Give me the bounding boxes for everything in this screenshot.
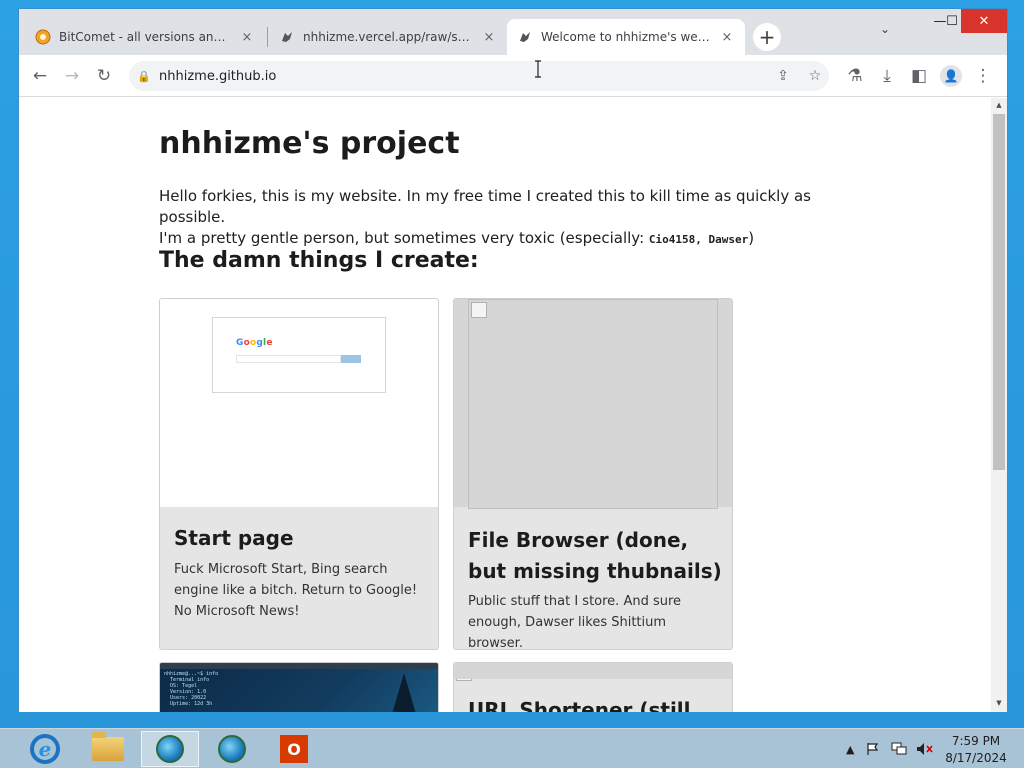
intro-text: Hello forkies, this is my website. In my… xyxy=(159,186,839,250)
card-thumbnail xyxy=(454,663,732,679)
tab-welcome[interactable]: Welcome to nhhizme's website! × xyxy=(507,19,745,55)
clock-date: 8/17/2024 xyxy=(945,751,1007,765)
profile-avatar-icon: 👤 xyxy=(940,65,962,87)
taskbar-office[interactable]: O xyxy=(265,731,323,767)
download-icon[interactable]: ⤓ xyxy=(873,62,901,90)
toxic-names-code: Cio4158, Dawser xyxy=(648,233,749,246)
tab-divider xyxy=(267,27,268,47)
scroll-up-icon[interactable]: ▲ xyxy=(991,98,1007,112)
browser-window: BitComet - all versions and zip p × nhhi… xyxy=(18,8,1008,712)
card-title[interactable]: File Browser (done, but missing thubnail… xyxy=(468,525,723,587)
system-clock[interactable]: 7:59 PM 8/17/2024 xyxy=(944,733,1008,767)
card-title[interactable]: URL Shortener (still xyxy=(468,695,723,712)
tab-strip: BitComet - all versions and zip p × nhhi… xyxy=(19,9,1007,55)
back-button[interactable]: ← xyxy=(26,62,54,90)
office-icon: O xyxy=(280,735,308,763)
browser-globe-icon xyxy=(156,735,184,763)
broken-image xyxy=(468,299,718,509)
bird-favicon-icon xyxy=(279,29,295,45)
intro-line-1: Hello forkies, this is my website. In my… xyxy=(159,187,811,226)
tab-title: BitComet - all versions and zip p xyxy=(59,30,233,44)
broken-image-icon xyxy=(471,302,487,318)
terminal-titlebar xyxy=(160,663,438,669)
terminal-screenshot-thumbnail: nhhizme@...~$ info Terminal info OS: Teg… xyxy=(160,663,438,712)
project-card-terminal[interactable]: nhhizme@...~$ info Terminal info OS: Teg… xyxy=(159,662,439,712)
taskbar-internet-explorer[interactable]: e xyxy=(16,731,74,767)
card-description: Public stuff that I store. And sure enou… xyxy=(468,594,682,650)
tab-title: Welcome to nhhizme's website! xyxy=(541,30,713,44)
forward-button[interactable]: → xyxy=(58,62,86,90)
tab-shit-txt[interactable]: nhhizme.vercel.app/raw/shit.txt × xyxy=(269,19,507,55)
tree-silhouette xyxy=(390,673,418,712)
tab-close-icon[interactable]: × xyxy=(481,29,497,45)
section-heading: The damn things I create: xyxy=(159,248,479,273)
address-url[interactable]: nhhizme.github.io xyxy=(159,69,276,84)
tray-show-hidden-icon[interactable]: ▲ xyxy=(846,729,854,768)
card-title[interactable]: Start page xyxy=(174,523,429,554)
menu-kebab-icon[interactable]: ⋮ xyxy=(969,62,997,90)
tab-search-icon[interactable]: ⌄ xyxy=(873,17,897,41)
intro-line-2-prefix: I'm a pretty gentle person, but sometime… xyxy=(159,229,649,247)
card-thumbnail xyxy=(454,299,732,509)
bird-favicon-icon xyxy=(517,29,533,45)
address-bar[interactable]: 🔒 nhhizme.github.io ⇪ ☆ xyxy=(129,61,829,91)
thumbnail-search-button xyxy=(341,355,361,363)
browser-globe-icon xyxy=(218,735,246,763)
side-panel-icon[interactable]: ◧ xyxy=(905,62,933,90)
clock-time: 7:59 PM xyxy=(951,734,1001,748)
volume-muted-icon[interactable] xyxy=(916,729,934,768)
intro-line-2-suffix: ) xyxy=(748,229,755,247)
close-window-button[interactable]: ✕ xyxy=(961,9,1007,33)
labs-flask-icon[interactable]: ⚗ xyxy=(841,62,869,90)
bitcomet-favicon-icon xyxy=(35,29,51,45)
share-icon[interactable]: ⇪ xyxy=(773,68,793,84)
card-thumbnail: Google xyxy=(160,299,438,507)
scroll-down-icon[interactable]: ▼ xyxy=(991,696,1007,710)
browser-toolbar: ← → ↻ 🔒 nhhizme.github.io ⇪ ☆ ⚗ ⤓ ◧ 👤 ⋮ xyxy=(19,55,1007,97)
page-scrollbar[interactable]: ▲ ▼ xyxy=(991,98,1007,712)
scrollbar-thumb[interactable] xyxy=(993,114,1005,470)
project-card-start-page[interactable]: Google Start page Fuck Microsoft Start, … xyxy=(159,298,439,650)
network-icon[interactable] xyxy=(891,729,907,768)
folder-icon xyxy=(92,732,124,761)
page-viewport: nhhizme's project Hello forkies, this is… xyxy=(19,98,991,712)
action-center-flag-icon[interactable] xyxy=(866,729,880,768)
card-description: Fuck Microsoft Start, Bing search engine… xyxy=(174,562,418,619)
taskbar-browser-active[interactable] xyxy=(141,731,199,767)
google-screenshot-thumbnail: Google xyxy=(212,317,386,393)
new-tab-button[interactable]: + xyxy=(753,23,781,51)
tab-title: nhhizme.vercel.app/raw/shit.txt xyxy=(303,30,475,44)
profile-button[interactable]: 👤 xyxy=(937,62,965,90)
project-card-file-browser[interactable]: File Browser (done, but missing thubnail… xyxy=(453,298,733,650)
thumbnail-search-box xyxy=(236,355,341,363)
google-logo: Google xyxy=(236,338,273,348)
tab-bitcomet[interactable]: BitComet - all versions and zip p × xyxy=(25,19,265,55)
reload-button[interactable]: ↻ xyxy=(90,62,118,90)
tab-close-icon[interactable]: × xyxy=(239,29,255,45)
internet-explorer-icon: e xyxy=(30,734,60,764)
taskbar-file-explorer[interactable] xyxy=(79,731,137,767)
bookmark-star-icon[interactable]: ☆ xyxy=(805,68,825,84)
tab-close-icon[interactable]: × xyxy=(719,29,735,45)
taskbar-browser[interactable] xyxy=(203,731,261,767)
text-cursor-icon xyxy=(534,60,542,78)
page-title: nhhizme's project xyxy=(159,126,460,161)
taskbar: e O ▲ 7:59 PM 8/17/2024 xyxy=(0,728,1024,768)
intro-line-2: I'm a pretty gentle person, but sometime… xyxy=(159,228,839,250)
project-card-url-shortener[interactable]: URL Shortener (still xyxy=(453,662,733,712)
lock-icon[interactable]: 🔒 xyxy=(129,70,159,83)
terminal-text: nhhizme@...~$ info Terminal info OS: Teg… xyxy=(164,671,219,707)
